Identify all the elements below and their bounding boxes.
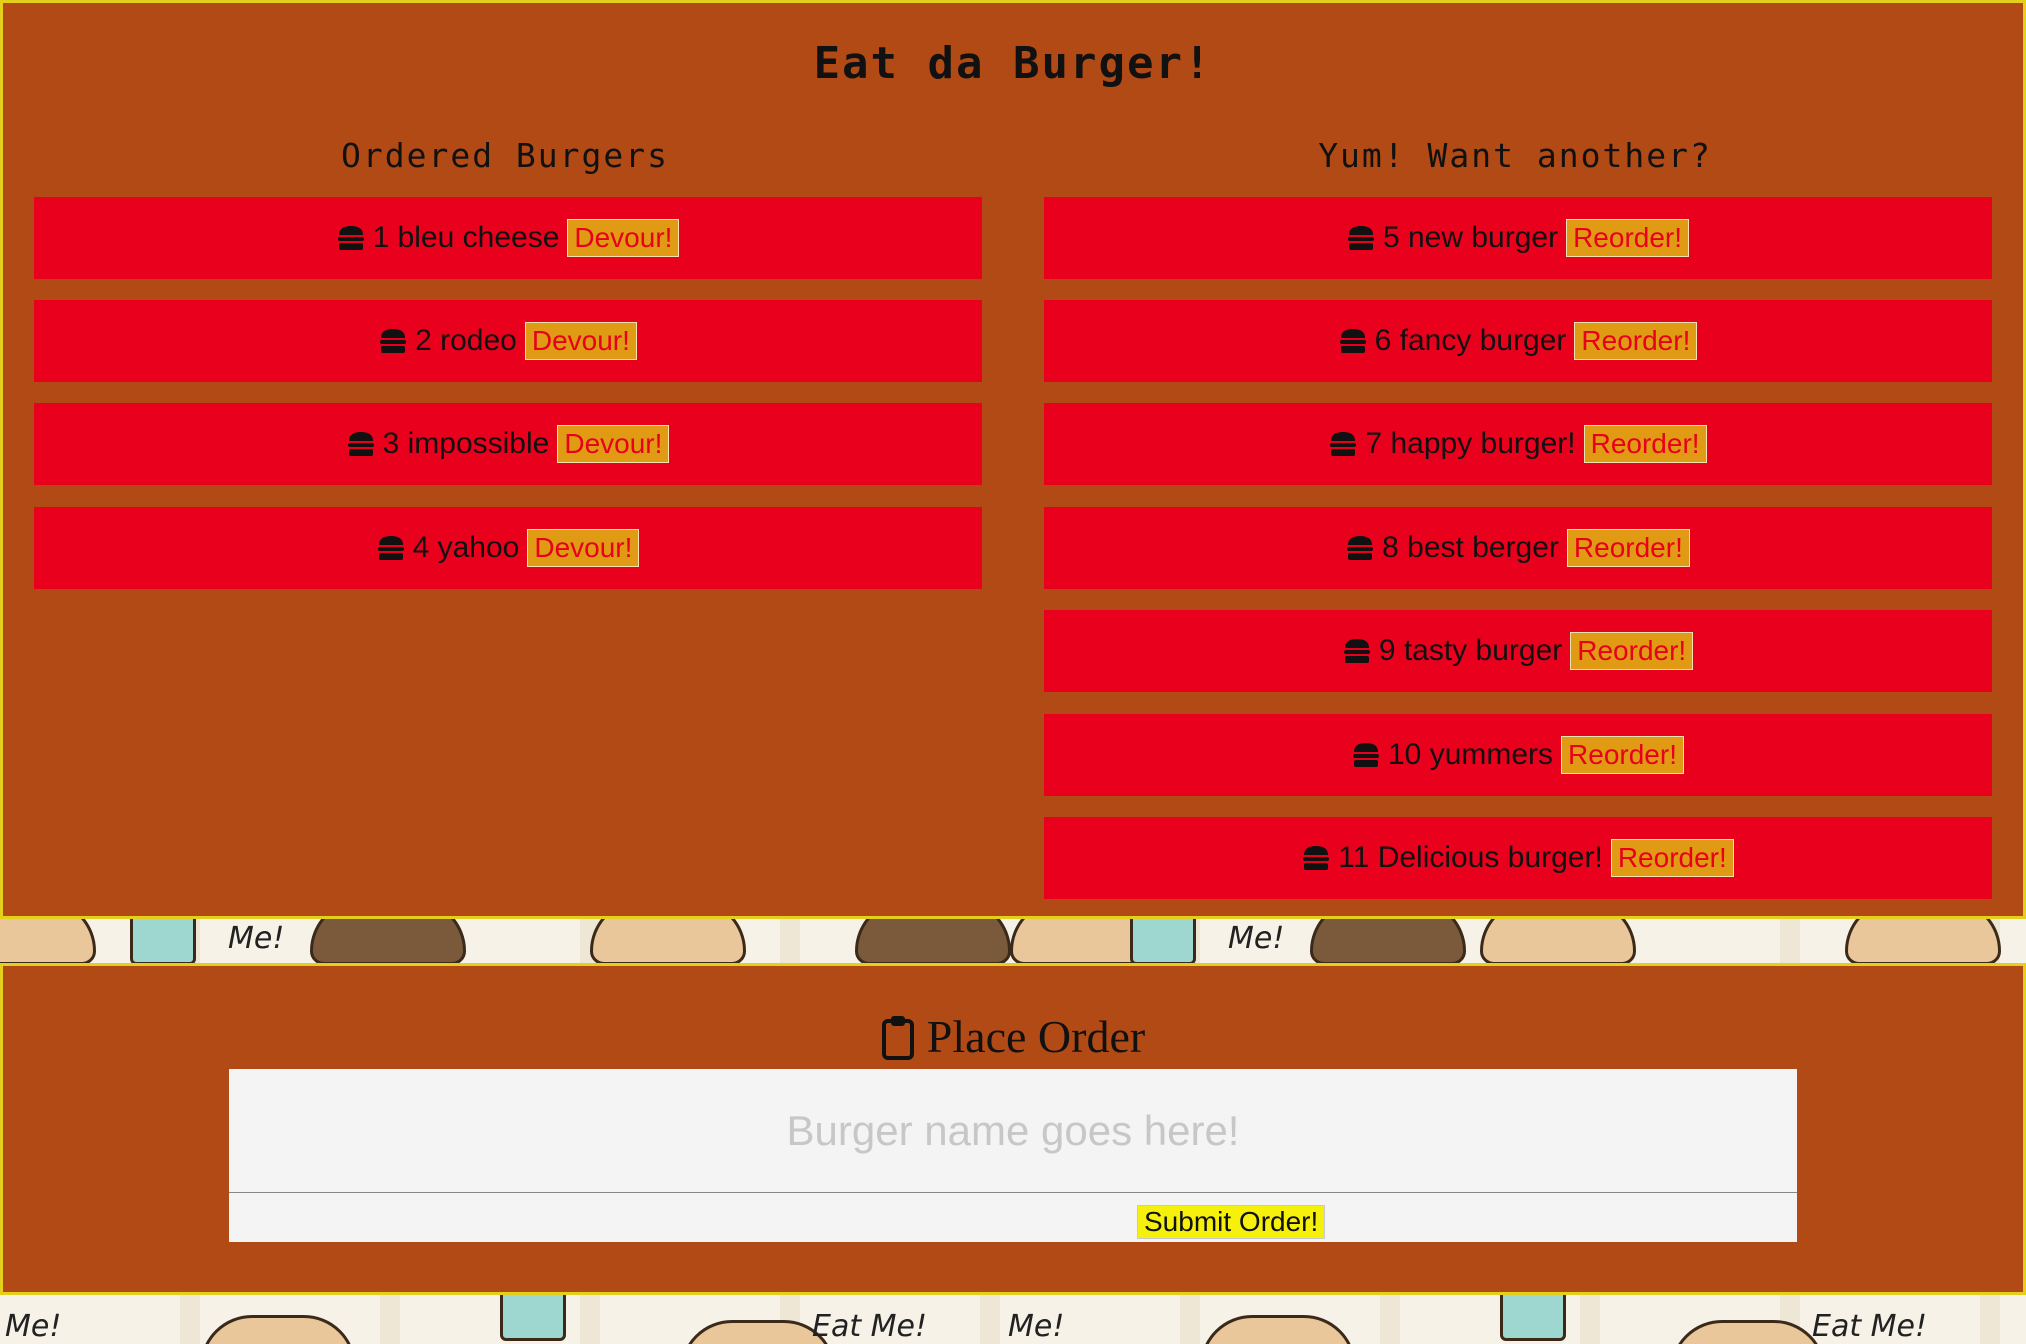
wallpaper-strip-bottom: Me! Eat Me! Me! Eat Me!: [0, 1295, 2026, 1344]
place-order-heading: Place Order: [0, 1010, 2026, 1063]
place-order-title: Place Order: [926, 1011, 1146, 1062]
devoured-burger-row: 5 new burger Reorder!: [1044, 197, 1992, 279]
reorder-button[interactable]: Reorder!: [1574, 322, 1698, 360]
devoured-burger-row: 11 Delicious burger! Reorder!: [1044, 817, 1992, 899]
devour-button[interactable]: Devour!: [567, 219, 680, 257]
hamburger-icon: [377, 535, 405, 561]
burger-illustration: [1310, 919, 1466, 963]
burger-illustration: [1845, 919, 2001, 963]
devoured-burger-row: 10 yummers Reorder!: [1044, 714, 1992, 796]
order-form: Submit Order!: [229, 1069, 1797, 1242]
devoured-burger-row: 6 fancy burger Reorder!: [1044, 300, 1992, 382]
burger-illustration: [200, 1315, 356, 1344]
page-title: Eat da Burger!: [813, 38, 1213, 89]
submit-order-button[interactable]: Submit Order!: [1137, 1205, 1326, 1239]
reorder-button[interactable]: Reorder!: [1566, 219, 1690, 257]
reorder-button[interactable]: Reorder!: [1570, 632, 1694, 670]
cup-illustration: [1500, 1295, 1566, 1341]
wallpaper-text: Eat Me!: [1812, 1309, 1928, 1344]
burger-name: 11 Delicious burger!: [1338, 841, 1603, 874]
ordered-heading: Ordered Burgers: [340, 136, 669, 175]
burger-name: 5 new burger: [1382, 221, 1559, 254]
burger-illustration: [855, 919, 1011, 963]
reorder-button[interactable]: Reorder!: [1561, 736, 1684, 774]
hamburger-icon: [1343, 638, 1371, 664]
devour-button[interactable]: Devour!: [557, 425, 670, 463]
burger-illustration: [1670, 1320, 1826, 1344]
hamburger-icon: [1352, 742, 1380, 768]
wallpaper-text: Me!: [228, 921, 285, 956]
burger-name: 9 tasty burger: [1378, 634, 1563, 667]
hamburger-icon: [1302, 845, 1330, 871]
cup-illustration: [130, 919, 196, 963]
hamburger-icon: [1347, 225, 1375, 251]
devoured-burger-row: 7 happy burger! Reorder!: [1044, 403, 1992, 485]
devoured-heading: Yum! Want another?: [1318, 136, 1712, 175]
hamburger-icon: [379, 328, 407, 354]
reorder-button[interactable]: Reorder!: [1566, 529, 1690, 567]
hamburger-icon: [1329, 431, 1357, 457]
ordered-burger-row: 2 rodeo Devour!: [34, 300, 982, 382]
reorder-button[interactable]: Reorder!: [1610, 839, 1734, 877]
devour-button[interactable]: Devour!: [527, 529, 640, 567]
cup-illustration: [1130, 919, 1196, 963]
devour-button[interactable]: Devour!: [524, 322, 637, 360]
hamburger-icon: [347, 431, 375, 457]
burger-illustration: [1200, 1315, 1356, 1344]
burger-name: 4 yahoo: [412, 531, 520, 564]
ordered-burger-row: 1 bleu cheese Devour!: [34, 197, 982, 279]
cup-illustration: [500, 1295, 566, 1341]
wallpaper-text: Eat Me!: [812, 1309, 928, 1344]
wallpaper-text: Me!: [5, 1309, 62, 1344]
burger-name: 6 fancy burger: [1374, 324, 1567, 357]
burger-name: 8 best berger: [1382, 531, 1559, 564]
burger-name: 2 rodeo: [415, 324, 517, 357]
hamburger-icon: [337, 225, 365, 251]
burger-illustration: [0, 919, 96, 963]
ordered-burger-row: 4 yahoo Devour!: [34, 507, 982, 589]
burger-name-input[interactable]: [229, 1069, 1797, 1193]
wallpaper-text: Me!: [1228, 921, 1285, 956]
wallpaper-text: Me!: [1008, 1309, 1065, 1344]
ordered-burger-row: 3 impossible Devour!: [34, 403, 982, 485]
reorder-button[interactable]: Reorder!: [1583, 425, 1707, 463]
clipboard-icon: [881, 1014, 915, 1060]
burger-name: 1 bleu cheese: [372, 221, 560, 254]
burger-name: 7 happy burger!: [1365, 427, 1576, 460]
devoured-burger-row: 9 tasty burger Reorder!: [1044, 610, 1992, 692]
wallpaper-strip-top: Me! Me!: [0, 919, 2026, 963]
hamburger-icon: [1346, 535, 1374, 561]
burger-name: 3 impossible: [382, 427, 550, 460]
burger-illustration: [310, 919, 466, 963]
hamburger-icon: [1339, 328, 1367, 354]
burger-name: 10 yummers: [1388, 738, 1554, 771]
burger-illustration: [1480, 919, 1636, 963]
burger-illustration: [590, 919, 746, 963]
devoured-burger-row: 8 best berger Reorder!: [1044, 507, 1992, 589]
